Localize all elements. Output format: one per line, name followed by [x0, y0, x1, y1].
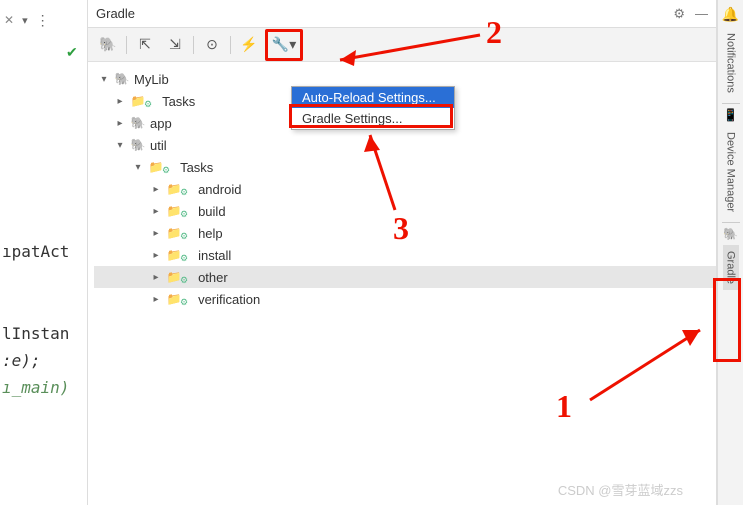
tree-node-help[interactable]: ▸📁⚙ help — [94, 222, 716, 244]
rail-notifications[interactable]: Notifications — [723, 27, 739, 99]
wrench-dropdown-menu: Auto-Reload Settings... Gradle Settings.… — [291, 86, 455, 130]
rail-device-manager[interactable]: Device Manager — [723, 126, 739, 218]
tree-node-verification[interactable]: ▸📁⚙ verification — [94, 288, 716, 310]
more-icon[interactable]: ⋮ — [36, 12, 50, 29]
collapse-all-button[interactable]: ⇲ — [161, 32, 189, 58]
panel-title: Gradle — [96, 6, 135, 21]
tree-node-util-tasks[interactable]: ▾📁⚙ Tasks — [94, 156, 716, 178]
hide-icon[interactable]: — — [695, 6, 708, 22]
editor-code: ıpatAct lInstan :e); ı_main) — [0, 61, 87, 429]
menu-gradle-settings[interactable]: Gradle Settings... — [292, 108, 454, 129]
analyze-button[interactable]: ⊙ — [198, 32, 226, 58]
wrench-button[interactable]: 🔧▾ — [270, 32, 298, 58]
check-icon: ✔ — [66, 44, 87, 61]
gradle-toolbar: 🐘 ⇱ ⇲ ⊙ ⚡ 🔧▾ — [88, 28, 716, 62]
close-tab-icon[interactable]: ✕ — [4, 13, 14, 27]
bell-icon[interactable]: 🔔 — [722, 6, 739, 23]
tree-node-android[interactable]: ▸📁⚙ android — [94, 178, 716, 200]
rail-gradle[interactable]: Gradle — [723, 245, 739, 290]
editor-column: ✕ ▾ ⋮ ✔ ıpatAct lInstan :e); ı_main) — [0, 0, 88, 505]
gradle-panel: Gradle ⚙ — 🐘 ⇱ ⇲ ⊙ ⚡ 🔧▾ ▾🐘 MyLib — [88, 0, 717, 505]
offline-button[interactable]: ⚡ — [235, 32, 263, 58]
expand-all-button[interactable]: ⇱ — [131, 32, 159, 58]
watermark: CSDN @雪芽蓝域zzs — [558, 480, 683, 499]
menu-auto-reload[interactable]: Auto-Reload Settings... — [292, 87, 454, 108]
tree-node-build[interactable]: ▸📁⚙ build — [94, 200, 716, 222]
refresh-button[interactable]: 🐘 — [94, 32, 122, 58]
tree-node-util[interactable]: ▾🐘 util — [94, 134, 716, 156]
gear-icon[interactable]: ⚙ — [673, 6, 685, 22]
chevron-down-icon[interactable]: ▾ — [22, 14, 28, 27]
tree-node-other[interactable]: ▸📁⚙ other — [94, 266, 716, 288]
tree-node-install[interactable]: ▸📁⚙ install — [94, 244, 716, 266]
right-tool-rail: 🔔 Notifications 📱 Device Manager 🐘 Gradl… — [717, 0, 743, 505]
